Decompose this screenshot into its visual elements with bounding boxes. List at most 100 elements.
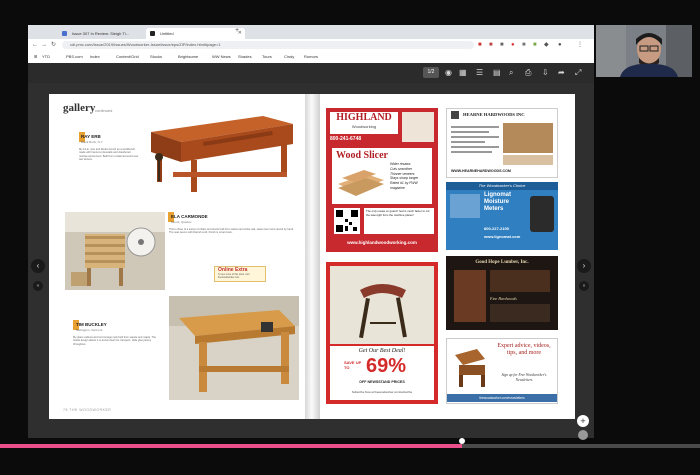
video-progress-knob[interactable] — [459, 438, 465, 444]
bookshelf-icon[interactable]: ▤ — [493, 66, 501, 80]
expand-button[interactable]: + — [577, 415, 589, 427]
address-bar[interactable]: cdl.pmc.com/Issue/2019/Issues/Woodworker… — [62, 41, 474, 49]
chair-cover-art — [330, 266, 434, 344]
off-newsstand-text: OFF NEWSSTAND PRICES — [359, 380, 405, 384]
hearne-brand: HEARNE HARDWOODS INC — [463, 112, 525, 117]
highland-product-photo — [402, 112, 434, 142]
testimonial-quote: The only resaw on guard I feel is much f… — [364, 208, 434, 234]
maker-name: TIM BUCKLEY — [76, 322, 107, 327]
more-menu-icon[interactable]: ⋮ — [577, 41, 583, 49]
tab-favicon-icon — [62, 31, 67, 36]
new-tab-icon[interactable]: + — [235, 27, 239, 34]
section-title: gallery — [63, 102, 96, 114]
last-page-button[interactable]: » — [579, 281, 589, 291]
apps-grid-icon[interactable]: ⊞ — [34, 51, 37, 63]
extension-icon[interactable]: ■ — [522, 41, 526, 49]
newsletter-ad[interactable]: Expert advice, videos, tips, and more Si… — [446, 338, 558, 404]
morris-chair-photo — [451, 345, 489, 389]
share-icon[interactable]: ➦ — [558, 66, 565, 80]
hearne-website[interactable]: WWW.HEARNEHARDWOODS.COM — [451, 169, 511, 173]
profile-icon[interactable]: ● — [558, 41, 562, 49]
back-arrow-icon[interactable]: ← — [32, 41, 38, 49]
bookmark-8[interactable]: Shades — [238, 51, 252, 63]
bookmark-3[interactable]: Index — [90, 51, 100, 63]
search-icon[interactable]: ⌕ — [509, 66, 513, 80]
highland-ad[interactable]: HIGHLAND Woodworking 800-241-6748 Wood S… — [326, 108, 438, 252]
save-label: SAVE UP TO — [344, 360, 362, 370]
page-indicator[interactable]: 1/2 — [423, 67, 439, 78]
bookmark-2[interactable]: PBS.com — [66, 51, 83, 63]
lignomat-ad[interactable]: The Woodworker's Choice Lignomat Moistur… — [446, 182, 558, 250]
highland-phone: 800-241-6748 — [330, 136, 362, 142]
moisture-meter-photo — [450, 194, 480, 218]
lumber-rack-photo — [454, 270, 486, 322]
maker-name: RAY ERB — [81, 134, 101, 139]
bookmark-6[interactable]: Brightsome — [178, 51, 198, 63]
online-extra-box[interactable]: Online Extra To see more of this stool, … — [214, 266, 266, 282]
good-hope-brand: Good Hope Lumber, Inc. — [475, 260, 529, 265]
extension-icon[interactable]: ■ — [500, 41, 504, 49]
subscribe-footer[interactable]: Subscribe Now at thewoodworker.com/subsc… — [330, 390, 434, 394]
trestle-bench-photo — [169, 296, 299, 400]
forward-arrow-icon[interactable]: → — [41, 41, 47, 49]
highland-brand-sub: Woodworking — [351, 124, 377, 129]
highland-brand: HIGHLAND — [336, 112, 392, 123]
good-hope-contact — [490, 304, 550, 322]
page-footer: 78 THE WOODWORKER — [63, 408, 112, 412]
maker-location: Mount, Quebec — [171, 220, 192, 224]
tab-title: Issue 307 In Review: Sleigh Ti... — [72, 31, 129, 36]
secondary-round-button[interactable] — [578, 430, 588, 440]
reload-icon[interactable]: ↻ — [51, 41, 56, 49]
bookmark-1[interactable]: YTD — [42, 51, 50, 63]
bookmark-10[interactable]: Cindy — [284, 51, 294, 63]
bookmark-9[interactable]: Tours — [262, 51, 272, 63]
lignomat-website[interactable]: www.lignomat.com — [484, 234, 520, 239]
lumber-pile-photo — [490, 270, 550, 292]
download-icon[interactable]: ⇩ — [542, 66, 549, 80]
bookmark-11[interactable]: Rumors — [304, 51, 318, 63]
maker-location: Black Rock, N.Y. — [81, 140, 104, 144]
bookmark-5[interactable]: Stocks — [150, 51, 162, 63]
section-subtitle: continued — [95, 108, 113, 113]
bookmark-7[interactable]: WW News — [212, 51, 231, 63]
puzzle-icon[interactable]: ◆ — [544, 41, 549, 49]
online-extra-subtext: To see more of this stool, visit thewood… — [218, 273, 250, 279]
extension-icon[interactable]: ■ — [478, 41, 482, 49]
extension-icon[interactable]: ● — [511, 41, 515, 49]
video-progress-fill — [0, 444, 462, 448]
extension-icon[interactable]: ■ — [533, 41, 537, 49]
chair-photo — [65, 212, 165, 290]
highland-website[interactable]: www.highlandwoodworking.com — [326, 240, 438, 245]
hearne-ad[interactable]: HEARNE HARDWOODS INC WWW.HEARNEHARDWOODS… — [446, 108, 558, 178]
hearne-listing — [451, 123, 499, 163]
veneer-stack-image — [338, 170, 384, 196]
next-page-button[interactable]: › — [577, 259, 591, 273]
wood-slicer-panel: Wood Slicer Wider resaws Cuts smoother T… — [332, 148, 432, 204]
video-progress-track[interactable] — [0, 444, 700, 448]
grid-view-icon[interactable]: ▦ — [459, 66, 467, 80]
previous-page-button[interactable]: ‹ — [31, 259, 45, 273]
extension-icon[interactable]: ■ — [489, 41, 493, 49]
first-page-button[interactable]: « — [33, 281, 43, 291]
good-hope-tagline: Fine Hardwoods — [490, 296, 517, 301]
lignomat-header: The Woodworker's Choice — [446, 182, 558, 190]
print-icon[interactable]: ⎙ — [525, 66, 531, 80]
maker-location: Burlington, Vermont — [76, 328, 103, 332]
magazine-left-page: gallery continued RAY ERB Black Rock, N.… — [49, 94, 305, 419]
browser-tab-2[interactable]: Untitled ✕ — [146, 28, 245, 39]
fullscreen-icon[interactable]: ⤢ — [575, 66, 581, 80]
bookmark-4[interactable]: Content/Grid — [116, 51, 139, 63]
webcam-overlay — [596, 25, 692, 77]
tab-favicon-icon — [150, 31, 155, 36]
browser-tab-1[interactable]: Issue 307 In Review: Sleigh Ti... ✕ — [58, 28, 157, 39]
zoom-out-icon[interactable]: ◉ — [445, 66, 452, 80]
subscribe-ad[interactable]: Get Our Best Deal! SAVE UP TO 69% OFF NE… — [326, 262, 438, 404]
hearne-logo-icon — [451, 111, 459, 119]
item-description: My plane cabinet and tool storage rack b… — [73, 336, 156, 346]
hearne-lumber-photo — [503, 123, 553, 153]
item-description: My 12-in. vise and Roubo bench as a work… — [79, 148, 139, 162]
newsletter-url[interactable]: thewoodworker.com/newsletters — [447, 394, 557, 402]
hearne-lumber-photo-2 — [503, 155, 553, 165]
list-view-icon[interactable]: ☰ — [476, 66, 483, 80]
good-hope-ad[interactable]: Good Hope Lumber, Inc. Fine Hardwoods — [446, 256, 558, 330]
